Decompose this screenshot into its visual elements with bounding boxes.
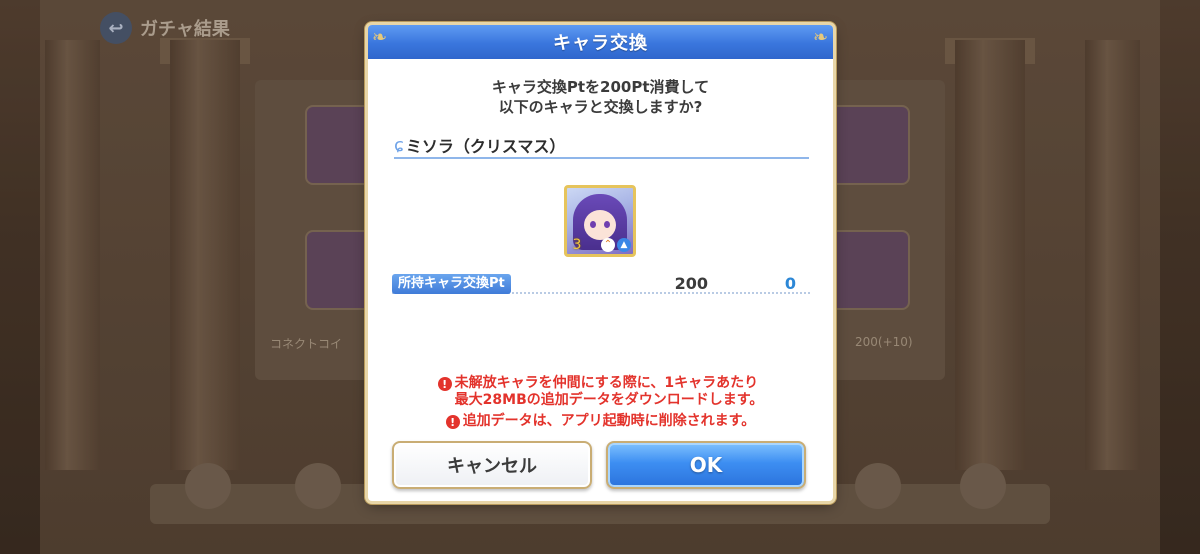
exclamation-icon: !: [437, 377, 452, 391]
star-rank-icon: 3: [572, 237, 582, 253]
exchange-points-row: 所持キャラ交換Pt 200 0: [392, 274, 810, 294]
warning-line: 最大28MBの追加データをダウンロードします。: [454, 392, 764, 408]
warning-note: ! 追加データは、アプリ起動時に削除されます。: [368, 413, 833, 430]
confirmation-message: キャラ交換Ptを200Pt消費して 以下のキャラと交換しますか?: [368, 77, 833, 117]
flourish-icon: ɕ: [394, 134, 404, 156]
water-element-icon: ▲: [617, 238, 631, 252]
character-exchange-dialog: ❧ キャラ交換 ❧ キャラ交換Ptを200Pt消費して 以下のキャラと交換します…: [368, 25, 833, 501]
portrait-eye: [590, 221, 596, 228]
warning-text: 未解放キャラを仲間にする際に、1キャラあたり 最大28MBの追加データをダウンロ…: [455, 375, 764, 409]
character-name: ミソラ（クリスマス）: [405, 137, 566, 156]
warning-notes: ! 未解放キャラを仲間にする際に、1キャラあたり 最大28MBの追加データをダウ…: [368, 375, 833, 430]
points-after: 0: [784, 274, 796, 293]
points-current: 200: [674, 274, 708, 293]
dialog-header: ❧ キャラ交換 ❧: [368, 25, 833, 59]
exclamation-icon: !: [445, 415, 460, 429]
warning-note: ! 未解放キャラを仲間にする際に、1キャラあたり 最大28MBの追加データをダウ…: [368, 375, 833, 409]
warning-text: 追加データは、アプリ起動時に削除されます。: [462, 413, 756, 429]
warning-line: 未解放キャラを仲間にする際に、1キャラあたり: [454, 375, 759, 391]
character-portrait[interactable]: 3 ⌃ ▲: [564, 185, 636, 257]
corner-ornament-icon: ❧: [813, 27, 829, 48]
ok-button[interactable]: OK: [606, 441, 806, 489]
cancel-button[interactable]: キャンセル: [392, 441, 592, 489]
rank-up-icon: ⌃: [601, 238, 615, 252]
points-label: 所持キャラ交換Pt: [392, 274, 511, 294]
message-line: キャラ交換Ptを200Pt消費して: [491, 78, 710, 96]
portrait-eye: [604, 221, 610, 228]
character-name-row: ɕ ミソラ（クリスマス）: [394, 133, 809, 159]
corner-ornament-icon: ❧: [372, 27, 388, 48]
message-line: 以下のキャラと交換しますか?: [498, 98, 703, 116]
dialog-title: キャラ交換: [553, 33, 648, 54]
portrait-face: [584, 210, 616, 240]
